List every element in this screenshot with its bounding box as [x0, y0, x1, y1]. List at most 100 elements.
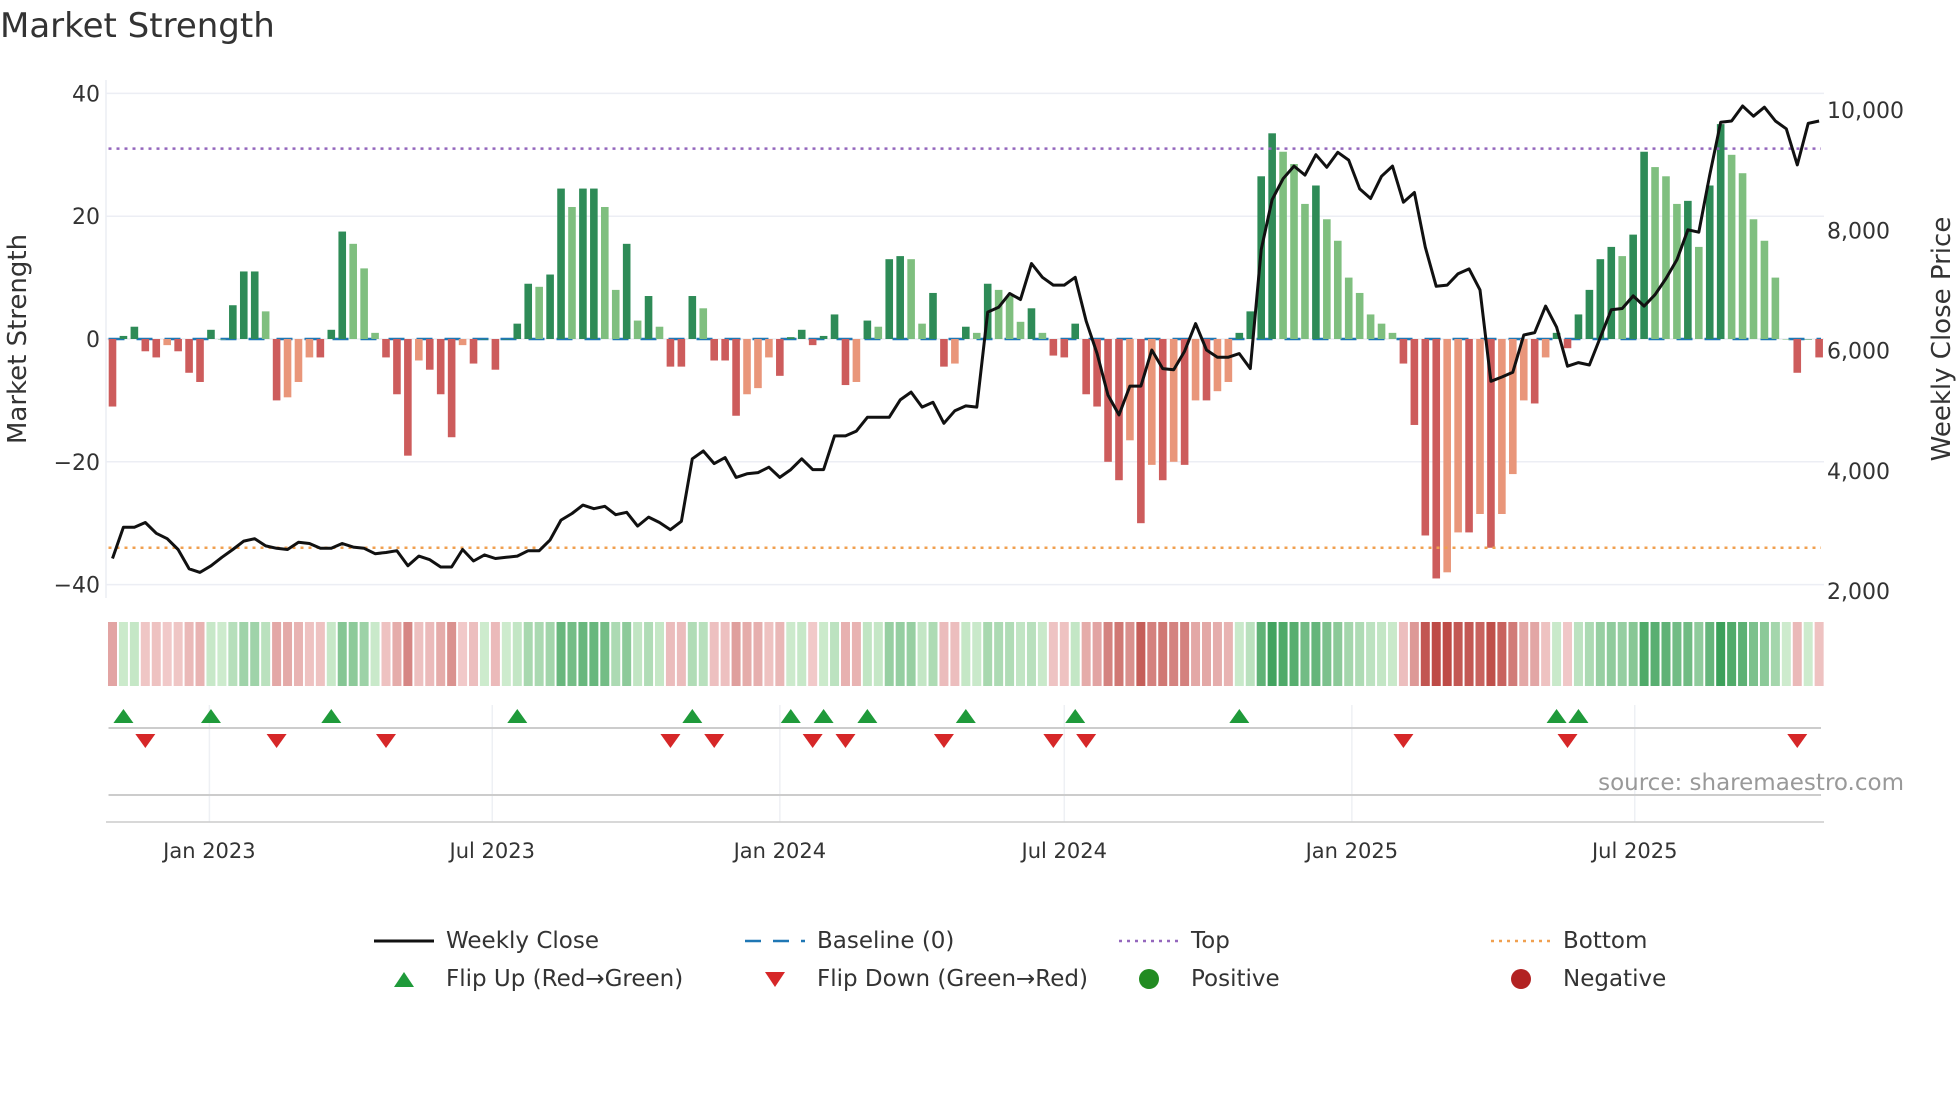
legend-label: Flip Up (Red→Green) [446, 966, 684, 992]
strength-strip-cell [1245, 622, 1255, 686]
strength-bar [502, 339, 511, 340]
strength-bar [863, 320, 872, 339]
strength-bar [1705, 185, 1714, 339]
strength-strip-cell [447, 622, 457, 686]
strength-bar [611, 289, 620, 339]
flip-down-marker [660, 734, 681, 748]
strength-strip-cell [1409, 622, 1419, 686]
legend-baseline-icon [745, 939, 805, 943]
strength-bar [918, 323, 926, 339]
strength-strip-cell [403, 622, 413, 686]
strength-bar [524, 283, 533, 339]
strength-strip-cell [895, 622, 905, 686]
legend-item-bottom[interactable]: Bottom [1491, 926, 1647, 956]
strength-bar [721, 339, 729, 361]
legend-label: Flip Down (Green→Red) [817, 966, 1088, 992]
strength-strip-cell [1650, 622, 1660, 686]
strength-strip-cell [1005, 622, 1015, 686]
strength-bar [1191, 339, 1200, 401]
strength-strip-cell [1377, 622, 1387, 686]
strength-bar [896, 256, 904, 339]
strength-strip-cell [293, 622, 303, 686]
strength-strip-cell [939, 622, 949, 686]
strength-bar [1793, 339, 1802, 373]
y2-tick-label: 6,000 [1827, 340, 1890, 365]
strength-strip-cell [1016, 622, 1026, 686]
strength-strip-cell [1683, 622, 1693, 686]
strength-strip-cell [1475, 622, 1485, 686]
legend-label: Negative [1563, 966, 1667, 992]
legend-item-close[interactable]: Weekly Close [374, 926, 599, 956]
strength-strip-cell [140, 622, 150, 686]
y-axis-title: Market Strength [3, 234, 33, 444]
legend-label: Positive [1191, 966, 1280, 992]
strength-bar [1563, 339, 1572, 349]
strength-strip-cell [1048, 622, 1058, 686]
strength-strip-cell [1114, 622, 1124, 686]
strength-bar [1662, 176, 1670, 339]
strength-bar [1585, 289, 1594, 339]
strength-strip-cell [151, 622, 161, 686]
strength-bar [1498, 339, 1506, 514]
strength-strip-cell [720, 622, 730, 686]
flip-up-marker [955, 709, 976, 723]
strength-strip-cell [578, 622, 588, 686]
legend-negative-icon [1511, 969, 1531, 989]
strength-strip-cell [118, 622, 128, 686]
legend-item-baseline[interactable]: Baseline (0) [745, 926, 954, 956]
strength-bar [1038, 332, 1047, 339]
strength-bar [633, 320, 642, 339]
strength-strip-cell [851, 622, 861, 686]
strength-bar [546, 274, 554, 339]
strength-bar [1530, 339, 1539, 404]
strength-bar [1684, 200, 1692, 339]
legend-item-flip-down[interactable]: Flip Down (Green→Red) [745, 964, 1088, 994]
strength-strip-cell [1355, 622, 1365, 686]
strength-bar [1476, 339, 1484, 514]
legend-item-negative[interactable]: Negative [1491, 964, 1666, 994]
legend-item-positive[interactable]: Positive [1119, 964, 1280, 994]
flip-up-marker [200, 709, 221, 723]
strength-bar [382, 339, 390, 358]
strength-strip-cell [819, 622, 829, 686]
strength-bar [513, 323, 522, 339]
legend-item-top[interactable]: Top [1119, 926, 1230, 956]
legend-label: Bottom [1563, 928, 1648, 954]
strength-strip-cell [611, 622, 621, 686]
strength-bar [415, 339, 423, 361]
flip-down-marker [1043, 734, 1064, 748]
x-tick-label: Jan 2025 [1304, 839, 1399, 863]
strength-strip-cell [1606, 622, 1616, 686]
y-tick-label: 40 [72, 82, 100, 107]
strength-bar [196, 339, 204, 382]
strength-strip-cell [1344, 622, 1354, 686]
strength-strip-cell [753, 622, 763, 686]
flip-down-marker [376, 734, 396, 748]
strength-strip-cell [1278, 622, 1288, 686]
y2-tick-label: 8,000 [1827, 219, 1890, 244]
strength-bar [962, 326, 970, 339]
strength-strip-cell [1661, 622, 1671, 686]
strength-bar [1738, 173, 1747, 339]
strength-strip-cell [1573, 622, 1583, 686]
strength-strip-cell [436, 622, 446, 686]
strength-strip-cell [1169, 622, 1179, 686]
strength-bar [852, 339, 861, 382]
strength-strip-cell [775, 622, 785, 686]
strength-strip-cell [1464, 622, 1474, 686]
strength-bar [1049, 339, 1058, 356]
strength-strip-cell [1672, 622, 1682, 686]
strength-bar [1005, 296, 1014, 339]
strength-strip-cell [1431, 622, 1441, 686]
strength-bar [994, 289, 1003, 339]
strength-strip-cell [315, 622, 325, 686]
legend-top-icon [1119, 939, 1179, 943]
y-tick-label: −40 [54, 574, 100, 599]
strength-bar [907, 259, 915, 339]
strength-bar [972, 332, 981, 339]
strength-strip-cell [731, 622, 741, 686]
strength-bar [294, 339, 303, 382]
strength-bar [874, 326, 883, 339]
legend-item-flip-up[interactable]: Flip Up (Red→Green) [374, 964, 683, 994]
strength-strip-cell [1519, 622, 1529, 686]
